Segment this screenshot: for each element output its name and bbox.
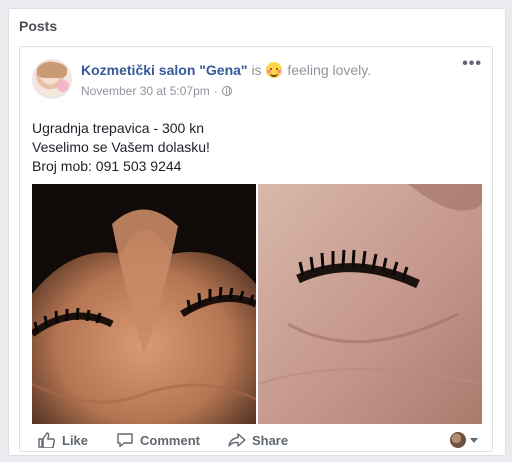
post-body-line: Veselimo se Vašem dolasku! [32, 139, 210, 155]
post-body: Ugradnja trepavica - 300 kn Veselimo se … [32, 119, 210, 176]
eyelash-photo-right-art [258, 184, 482, 424]
post-body-line: Ugradnja trepavica - 300 kn [32, 120, 204, 136]
post-meta: November 30 at 5:07pm · [81, 84, 232, 98]
more-options-icon[interactable]: ••• [462, 56, 482, 72]
post-body-line: Broj mob: 091 503 9244 [32, 158, 182, 174]
comment-label: Comment [140, 432, 200, 448]
globe-icon[interactable] [221, 86, 232, 96]
post-header: Kozmetički salon "Gena" is feeling lovel… [81, 62, 371, 78]
posts-section: Posts Kozmetički salon "Gena" is feeling… [8, 8, 506, 456]
feeling-text: feeling lovely. [287, 62, 372, 78]
is-text: is [251, 62, 262, 78]
post-card: Kozmetički salon "Gena" is feeling lovel… [19, 46, 493, 452]
page-name-link[interactable]: Kozmetički salon "Gena" [81, 62, 248, 78]
blushing-smile-emoji-icon [266, 62, 283, 78]
like-label: Like [62, 432, 89, 448]
eyelash-photo-left-art [32, 184, 256, 424]
post-actions: Like Comment Share [20, 428, 492, 452]
avatar-flower-shape [57, 80, 69, 92]
eyelash-photo-left[interactable] [32, 184, 256, 424]
page-avatar-small [450, 432, 466, 448]
audience-selector[interactable] [450, 432, 478, 448]
page-avatar[interactable] [32, 59, 72, 99]
meta-separator: · [213, 84, 218, 98]
share-button[interactable]: Share [228, 432, 288, 448]
share-arrow-icon [228, 433, 246, 447]
post-photos [32, 184, 482, 424]
comment-bubble-icon [117, 433, 133, 448]
post-timestamp[interactable]: November 30 at 5:07pm [81, 84, 210, 98]
thumbs-up-icon [38, 432, 56, 448]
chevron-down-icon [470, 437, 478, 443]
like-button[interactable]: Like [38, 432, 88, 448]
section-title: Posts [19, 18, 58, 34]
share-label: Share [251, 432, 289, 448]
avatar-hair-shape [37, 62, 67, 78]
eyelash-photo-right[interactable] [258, 184, 482, 424]
comment-button[interactable]: Comment [116, 432, 200, 448]
